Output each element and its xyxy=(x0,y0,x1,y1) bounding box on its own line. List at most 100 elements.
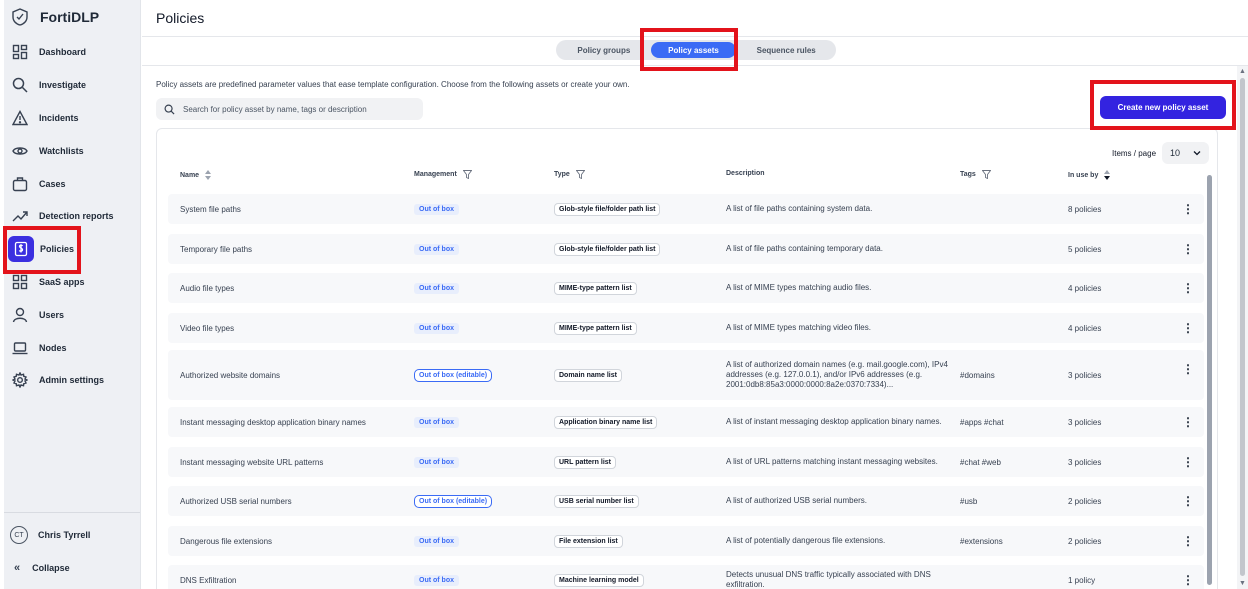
collapse-button[interactable]: « Collapse xyxy=(4,553,140,583)
row-description: Detects unusual DNS traffic typically as… xyxy=(726,570,931,589)
search-box xyxy=(156,98,423,120)
row-description: A list of authorized domain names (e.g. … xyxy=(726,360,948,389)
avatar: CT xyxy=(10,526,28,544)
user-profile[interactable]: CT Chris Tyrrell xyxy=(4,517,140,553)
row-in-use-by: 4 policies xyxy=(1068,323,1102,333)
row-in-use-by: 1 policy xyxy=(1068,575,1096,585)
more-options-icon[interactable]: ⋮ xyxy=(1182,234,1194,264)
management-badge: Out of box xyxy=(414,322,459,334)
column-header-name[interactable]: Name xyxy=(180,170,212,180)
search-input[interactable] xyxy=(183,104,413,114)
sidebar-item-users[interactable]: Users xyxy=(4,298,140,331)
more-options-icon[interactable]: ⋮ xyxy=(1182,407,1194,437)
filter-icon xyxy=(462,170,472,179)
column-header-label: Tags xyxy=(960,171,976,178)
brand-name: FortiDLP xyxy=(40,9,100,25)
management-badge: Out of box (editable) xyxy=(414,368,493,382)
table-row[interactable]: System file paths Out of box Glob-style … xyxy=(168,194,1204,224)
highlight-box-policy-assets-tab xyxy=(640,28,738,71)
sidebar-item-incidents[interactable]: Incidents xyxy=(4,102,140,135)
tab-sequence-rules[interactable]: Sequence rules xyxy=(738,42,834,58)
row-in-use-by: 4 policies xyxy=(1068,283,1102,293)
sidebar-item-watchlists[interactable]: Watchlists xyxy=(4,134,140,167)
more-options-icon[interactable]: ⋮ xyxy=(1182,350,1194,388)
more-options-icon[interactable]: ⋮ xyxy=(1182,273,1194,303)
sidebar-item-label: Nodes xyxy=(39,342,67,353)
more-options-icon[interactable]: ⋮ xyxy=(1182,447,1194,477)
column-header-management[interactable]: Management xyxy=(414,170,472,179)
row-description: A list of file paths containing system d… xyxy=(726,204,873,213)
row-name: Authorized USB serial numbers xyxy=(180,496,292,506)
row-in-use-by: 2 policies xyxy=(1068,496,1102,506)
collapse-label: Collapse xyxy=(32,563,70,573)
table-row[interactable]: Authorized USB serial numbers Out of box… xyxy=(168,486,1204,516)
management-badge: Out of box xyxy=(414,243,459,255)
column-header-type[interactable]: Type xyxy=(554,170,585,179)
more-options-icon[interactable]: ⋮ xyxy=(1182,526,1194,556)
table-scrollbar[interactable] xyxy=(1207,175,1212,585)
warning-icon xyxy=(12,110,28,126)
row-description: A list of URL patterns matching instant … xyxy=(726,457,938,466)
filter-icon xyxy=(981,170,991,179)
sidebar-nav: Dashboard Investigate Incidents Watchlis… xyxy=(4,36,140,397)
app-window: FortiDLP Dashboard Investigate Incidents… xyxy=(0,0,1248,589)
main-content: Policies Policy groups Policy assets Seq… xyxy=(142,0,1248,589)
type-chip: MIME-type pattern list xyxy=(554,281,637,295)
items-per-page-value: 10 xyxy=(1170,148,1181,158)
scroll-down-icon[interactable]: ▼ xyxy=(1239,580,1246,587)
table-row[interactable]: DNS Exfiltration Out of box Machine lear… xyxy=(168,565,1204,589)
row-tags: #extensions xyxy=(960,536,1003,546)
table-row[interactable]: Temporary file paths Out of box Glob-sty… xyxy=(168,234,1204,264)
page-scrollbar[interactable]: ▲ ▼ xyxy=(1237,66,1248,589)
tab-policy-groups[interactable]: Policy groups xyxy=(558,42,650,58)
table-row[interactable]: Authorized website domains Out of box (e… xyxy=(168,350,1204,400)
double-chevron-left-icon: « xyxy=(14,562,21,574)
scroll-up-icon[interactable]: ▲ xyxy=(1239,68,1246,75)
sidebar-item-label: Users xyxy=(39,309,65,320)
sidebar-item-dashboard[interactable]: Dashboard xyxy=(4,36,140,69)
filter-icon xyxy=(575,170,585,179)
table-row[interactable]: Video file types Out of box MIME-type pa… xyxy=(168,313,1204,343)
laptop-icon xyxy=(12,340,28,356)
more-options-icon[interactable]: ⋮ xyxy=(1182,194,1194,224)
sidebar-item-label: Cases xyxy=(39,178,66,189)
sidebar-item-label: Detection reports xyxy=(39,211,114,222)
brand[interactable]: FortiDLP xyxy=(4,0,140,34)
more-options-icon[interactable]: ⋮ xyxy=(1182,313,1194,343)
chevron-down-icon xyxy=(1193,151,1201,156)
eye-icon xyxy=(12,143,28,159)
row-description: A list of file paths containing temporar… xyxy=(726,244,883,253)
table-row[interactable]: Instant messaging website URL patterns O… xyxy=(168,447,1204,477)
type-chip: USB serial number list xyxy=(554,494,639,508)
sidebar-item-label: Investigate xyxy=(39,80,87,91)
highlight-box-policies xyxy=(3,226,81,274)
sort-desc-icon xyxy=(1104,170,1111,180)
column-header-label: In use by xyxy=(1068,171,1099,179)
row-in-use-by: 3 policies xyxy=(1068,457,1102,467)
table-row[interactable]: Dangerous file extensions Out of box Fil… xyxy=(168,526,1204,556)
more-options-icon[interactable]: ⋮ xyxy=(1182,486,1194,516)
column-header-tags[interactable]: Tags xyxy=(960,170,991,179)
sidebar-item-nodes[interactable]: Nodes xyxy=(4,331,140,364)
highlight-box-create-button xyxy=(1090,80,1236,130)
management-badge: Out of box xyxy=(414,456,459,468)
sidebar-item-investigate[interactable]: Investigate xyxy=(4,69,140,102)
table-row[interactable]: Instant messaging desktop application bi… xyxy=(168,407,1204,437)
items-per-page-select[interactable]: 10 xyxy=(1162,142,1210,164)
sidebar: FortiDLP Dashboard Investigate Incidents… xyxy=(4,0,141,589)
sidebar-item-cases[interactable]: Cases xyxy=(4,167,140,200)
page-scrollbar-thumb[interactable] xyxy=(1240,78,1245,576)
table-row[interactable]: Audio file types Out of box MIME-type pa… xyxy=(168,273,1204,303)
row-tags: #usb xyxy=(960,496,978,506)
row-description: A list of instant messaging desktop appl… xyxy=(726,417,942,426)
row-name: DNS Exfiltration xyxy=(180,575,237,585)
column-header-in-use-by[interactable]: In use by xyxy=(1068,170,1111,180)
row-description: A list of MIME types matching audio file… xyxy=(726,283,872,292)
row-in-use-by: 8 policies xyxy=(1068,204,1102,214)
type-chip: Machine learning model xyxy=(554,573,644,587)
sidebar-item-admin-settings[interactable]: Admin settings xyxy=(4,364,140,397)
row-tags: #chat #web xyxy=(960,457,1001,467)
more-options-icon[interactable]: ⋮ xyxy=(1182,565,1194,589)
row-in-use-by: 5 policies xyxy=(1068,244,1102,254)
row-tags: #apps #chat xyxy=(960,417,1004,427)
